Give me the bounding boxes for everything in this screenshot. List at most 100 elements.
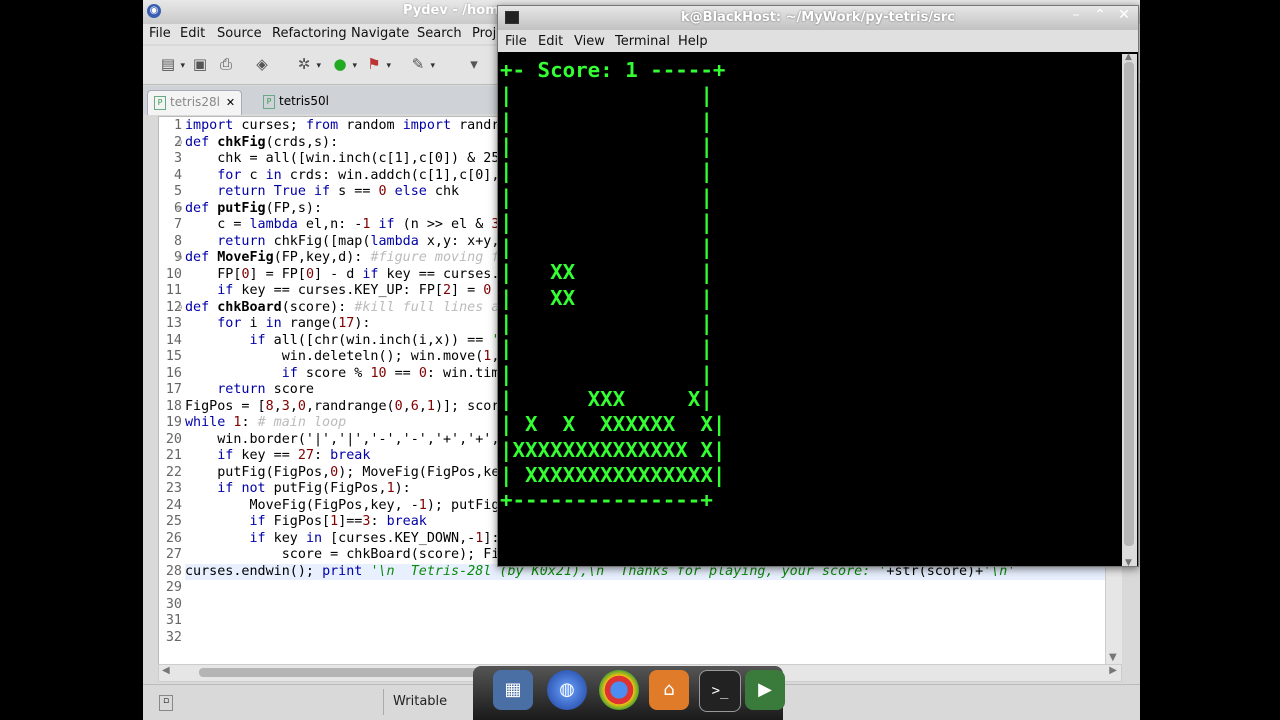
menu-refactoring[interactable]: Refactoring [272, 26, 347, 41]
scroll-down-icon[interactable]: ▼ [1109, 652, 1117, 663]
line-number: 17 [165, 382, 182, 397]
search-tool-icon[interactable]: ✎ [409, 56, 435, 74]
scroll-right-icon[interactable]: ▶ [1109, 665, 1117, 676]
code-line[interactable]: 26 if key in [curses.KEY_DOWN,-1]: [166, 531, 500, 548]
code-line[interactable]: 21 if key == 27: break [166, 448, 371, 465]
python-file-icon: P [263, 94, 275, 109]
menu-search[interactable]: Search [417, 26, 462, 41]
code-line[interactable]: 5 return True if s == 0 else chk [174, 184, 460, 201]
scroll-up-icon[interactable]: ▲ [1125, 52, 1132, 62]
home-folder-icon[interactable]: ⌂ [649, 670, 689, 710]
code-line[interactable]: 9 ⊖ def MoveFig(FP,key,d): #figure moving … [174, 250, 508, 267]
code-line[interactable]: 12 ⊖ def chkBoard(score): #kill full lines… [166, 299, 508, 317]
code-line[interactable]: 27 score = chkBoard(score); Fig [166, 547, 508, 564]
tab-tetris28l[interactable]: Ptetris28l ✕ [147, 90, 243, 115]
terminal-line: | | [500, 235, 713, 260]
code-line[interactable]: 25 if FigPos[1]==3: break [166, 514, 427, 531]
code-text: win.deleteln(); win.move(1,1 [185, 349, 508, 364]
minimize-icon[interactable]: – [1066, 7, 1086, 23]
code-line[interactable]: 18 FigPos = [8,3,0,randrange(0,6,1)]; sco… [166, 399, 508, 416]
debug-icon[interactable]: ✲ [295, 56, 321, 74]
code-line[interactable]: 14 if all([chr(win.inch(i,x)) == 'X [166, 332, 508, 350]
save-icon[interactable]: ▣ [191, 56, 209, 72]
code-line[interactable]: 13 for i in range(17): [166, 316, 371, 333]
globe-icon[interactable]: ◍ [547, 670, 587, 710]
chrome-icon[interactable] [599, 670, 639, 710]
terminal-screen[interactable]: +- Score: 1 -----+ | | | | | | | | | | | | | | |… [498, 54, 1122, 566]
menu-source[interactable]: Source [217, 26, 262, 41]
fast-view-icon[interactable]: ▫ [159, 695, 173, 711]
code-line[interactable]: 4 for c in crds: win.addch(c[1],c[0],' [174, 168, 508, 185]
menu-navigate[interactable]: Navigate [351, 26, 409, 41]
code-text: chk = all([win.inch(c[1],c[0]) & 255 [185, 151, 508, 166]
code-line[interactable]: 11 if key == curses.KEY_UP: FP[2] = 0 i [166, 283, 508, 300]
fold-toggle-icon[interactable]: ⊖ [177, 201, 182, 218]
scroll-down-icon[interactable]: ▼ [1125, 558, 1132, 568]
code-line[interactable]: 19 while 1: # main loop [166, 415, 346, 432]
code-text: score = chkBoard(score); Fig [185, 547, 508, 562]
code-line[interactable]: 20 win.border('|','|','-','-','+','+', [166, 432, 500, 449]
terminal-menu-view[interactable]: View [574, 34, 605, 49]
eclipse-app-icon[interactable]: ◉ [147, 4, 161, 18]
code-line[interactable]: 16 if score % 10 == 0: win.time [166, 365, 508, 383]
code-text: return score [217, 382, 314, 397]
run-icon[interactable]: ● [331, 56, 357, 74]
terminal-line: | | [500, 361, 713, 386]
code-text: MoveFig(FigPos,key, -1); putFig( [185, 497, 508, 513]
terminal-menu-terminal[interactable]: Terminal [615, 34, 670, 49]
code-line[interactable]: 24 MoveFig(FigPos,key, -1); putFig( [166, 497, 508, 515]
terminal-menubar: File Edit View Terminal Help [498, 30, 1138, 52]
app-icon[interactable]: ▶ [745, 670, 785, 710]
close-icon[interactable]: ✕ [226, 96, 235, 109]
code-text: if key == 27: break [217, 448, 371, 463]
fold-toggle-icon[interactable]: ⊖ [177, 300, 182, 317]
fold-toggle-icon[interactable]: ⊖ [177, 250, 182, 267]
code-line[interactable]: 3 chk = all([win.inch(c[1],c[0]) & 255 [174, 151, 508, 168]
code-line[interactable]: 23 if not putFig(FigPos,1): [166, 481, 411, 498]
tab-tetris50l[interactable]: Ptetris50l [257, 90, 335, 114]
code-line[interactable]: 17 return score [166, 382, 314, 399]
line-number: 30 [165, 596, 182, 612]
code-text: return True if s == 0 else chk [217, 184, 460, 199]
terminal-line: | | [500, 159, 713, 184]
print-icon[interactable]: ⎙ [217, 56, 235, 72]
code-line[interactable]: 7 c = lambda el,n: -1 if (n >> el & 3) [174, 217, 508, 234]
maximize-icon[interactable]: ⌃ [1090, 7, 1110, 23]
terminal-menu-edit[interactable]: Edit [538, 34, 563, 49]
menu-edit[interactable]: Edit [180, 26, 205, 41]
code-line[interactable]: 2 ⊖ def chkFig(crds,s): [174, 135, 338, 152]
external-tools-icon[interactable]: ⚑ [365, 56, 391, 74]
code-text: def chkBoard(score): #kill full lines an [185, 299, 508, 315]
code-text: putFig(FigPos,0); MoveFig(FigPos,key [185, 464, 508, 480]
menu-file[interactable]: File [149, 26, 171, 41]
code-line[interactable]: 10 FP[0] = FP[0] - d if key == curses.K [166, 267, 508, 284]
code-line[interactable]: 8 return chkFig([map(lambda x,y: x+y, [174, 234, 500, 251]
terminal-line: +---------------+ [500, 488, 713, 513]
more-icon[interactable]: ▾ [465, 56, 483, 72]
code-text: if score % 10 == 0: win.time [281, 365, 508, 381]
terminal-menu-file[interactable]: File [505, 34, 527, 49]
code-text: if FigPos[1]==3: break [249, 514, 427, 529]
scroll-left-icon[interactable]: ◀ [162, 665, 170, 676]
terminal-menu-help[interactable]: Help [678, 34, 708, 49]
close-icon[interactable]: ✕ [1114, 7, 1134, 23]
terminal-line: | | [500, 184, 713, 209]
code-line[interactable]: 22 putFig(FigPos,0); MoveFig(FigPos,key [166, 464, 508, 482]
menu-project[interactable]: Proj [472, 26, 496, 41]
code-text: if all([chr(win.inch(i,x)) == 'X [249, 332, 508, 348]
terminal-window: k@BlackHost: ~/MyWork/py-tetris/src – ⌃ … [497, 5, 1139, 568]
line-number: 26 [165, 530, 182, 546]
fold-toggle-icon[interactable]: ⊖ [177, 135, 182, 152]
open-type-icon[interactable]: ◈ [253, 56, 271, 72]
new-icon[interactable]: ▤ [159, 56, 185, 74]
code-line[interactable]: 1 import curses; from random import randr… [174, 118, 508, 135]
line-number: 24 [165, 497, 182, 513]
code-line[interactable]: 6 ⊖ def putFig(FP,s): [174, 201, 322, 218]
terminal-icon[interactable]: >_ [699, 670, 741, 712]
terminal-scrollbar[interactable]: ▲ ▼ [1122, 52, 1137, 568]
code-line[interactable]: 15 win.deleteln(); win.move(1,1 [166, 349, 508, 366]
scroll-thumb[interactable] [1124, 62, 1134, 546]
line-number: 18 [165, 398, 182, 414]
status-writable: Writable [393, 694, 448, 709]
network-icon[interactable]: ▦ [493, 670, 533, 710]
